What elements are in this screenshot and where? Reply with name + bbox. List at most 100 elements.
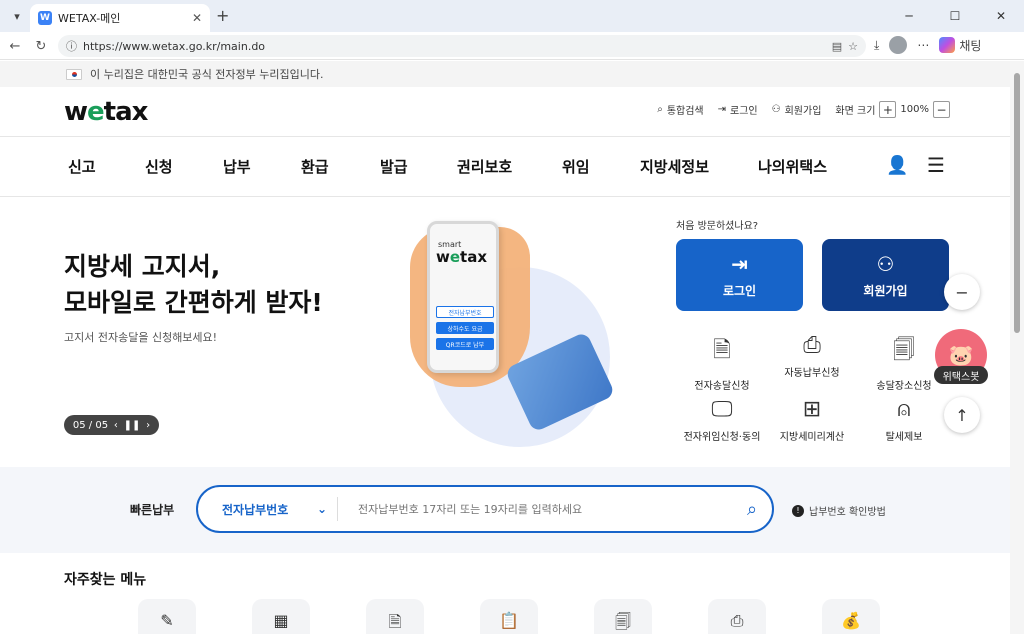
faq-card-icon: 🗐: [615, 612, 631, 631]
faq-card-icon: ✎: [160, 611, 174, 630]
service-label: 송달장소신청: [876, 381, 932, 392]
wetax-logo[interactable]: wetax: [64, 97, 148, 127]
page-content: 이 누리집은 대한민국 공식 전자정부 누리집입니다. wetax ⌕ 통합검색 …: [0, 61, 1010, 634]
slider-control: 05 / 05 ‹ ❚❚ ›: [64, 415, 159, 435]
gnb-item-report[interactable]: 신고: [68, 156, 96, 177]
header-join-link[interactable]: ⚇ 회원가입: [772, 102, 822, 117]
address-bar-row: ← ↻ ⓘ https://www.wetax.go.kr/main.do ▤ …: [0, 32, 1024, 60]
pay-number-input[interactable]: [338, 502, 732, 516]
profile-avatar[interactable]: [889, 36, 908, 54]
faq-card[interactable]: ⎙: [708, 599, 766, 634]
copilot-button[interactable]: 채팅: [939, 37, 981, 54]
prev-slide-icon[interactable]: ‹: [114, 420, 118, 431]
faq-card-icon: 🗎: [388, 612, 402, 631]
wetax-favicon-icon: W: [38, 11, 52, 25]
tab-list-icon[interactable]: ▾: [6, 5, 28, 27]
monitor-icon: 🖵: [711, 397, 733, 422]
service-label: 전자위임신청·동의: [683, 432, 761, 443]
printer-icon: ⎙: [803, 333, 821, 358]
faq-card-icon: 💰: [841, 611, 861, 630]
scroll-top-button[interactable]: ↑: [944, 397, 980, 433]
url-box[interactable]: ⓘ https://www.wetax.go.kr/main.do ▤ ☆: [58, 35, 866, 57]
quick-pay-section: 빠른납부 전자납부번호 ⌄ ⌕ ! 납부번호 확인방법: [0, 467, 1010, 553]
logo-w: w: [64, 97, 88, 127]
hero-title-line1: 지방세 고지서,: [64, 252, 221, 281]
service-auto-pay[interactable]: ⎙ 자동납부신청: [762, 333, 862, 379]
header-login-link[interactable]: ⇥ 로그인: [718, 102, 758, 117]
faq-menu-title: 자주찾는 메뉴: [64, 572, 147, 588]
gnb-item-refund[interactable]: 환급: [301, 156, 329, 177]
gnb-item-pay[interactable]: 납부: [223, 156, 251, 177]
login-button[interactable]: ⇥ 로그인: [676, 239, 803, 311]
close-tab-icon[interactable]: ✕: [192, 11, 202, 25]
gnb-item-issue[interactable]: 발급: [380, 156, 408, 177]
hero-subtitle: 고지서 전자송달을 신청해보세요!: [64, 331, 218, 344]
scroll-thumb[interactable]: [1014, 73, 1020, 333]
total-search-link[interactable]: ⌕ 통합검색: [657, 102, 703, 117]
quick-pay-box: 전자납부번호 ⌄ ⌕: [196, 485, 774, 533]
login-icon: ⇥: [717, 104, 727, 115]
pay-number-type-select[interactable]: 전자납부번호 ⌄: [198, 497, 338, 521]
join-button[interactable]: ⚇ 회원가입: [822, 239, 949, 311]
chevron-down-icon: ⌄: [316, 502, 327, 516]
faq-card[interactable]: ✎: [138, 599, 196, 634]
gnb-item-local-tax-info[interactable]: 지방세정보: [640, 156, 709, 177]
siren-icon: ⍝: [897, 397, 911, 422]
document-check-icon: 🗎: [713, 338, 731, 363]
service-tax-report[interactable]: ⍝ 탈세제보: [854, 397, 954, 443]
faq-card[interactable]: 🗎: [366, 599, 424, 634]
gnb-item-delegate[interactable]: 위임: [562, 156, 590, 177]
service-e-delegate[interactable]: 🖵 전자위임신청·동의: [672, 397, 772, 443]
reader-mode-icon[interactable]: ▤: [832, 40, 842, 53]
faq-card[interactable]: ▦: [252, 599, 310, 634]
page-scrollbar[interactable]: [1010, 61, 1024, 634]
minimize-icon[interactable]: ─: [886, 0, 932, 32]
service-tax-calculator[interactable]: ⊞ 지방세미리계산: [762, 397, 862, 443]
bot-label[interactable]: 위택스봇: [934, 366, 988, 384]
user-icon: ⚇: [876, 251, 895, 276]
reload-icon[interactable]: ↻: [32, 37, 50, 55]
zoom-out-button[interactable]: −: [933, 101, 950, 118]
faq-card[interactable]: 📋: [480, 599, 538, 634]
gnb-item-apply[interactable]: 신청: [145, 156, 173, 177]
gnb-item-my-wetax[interactable]: 나의위택스: [758, 156, 827, 177]
hero-title-line2: 모바일로 간편하게 받자!: [64, 288, 323, 317]
maximize-icon[interactable]: ☐: [932, 0, 978, 32]
hamburger-menu-icon[interactable]: ☰: [927, 153, 945, 177]
faq-card[interactable]: 🗐: [594, 599, 652, 634]
new-tab-icon[interactable]: +: [216, 6, 229, 25]
screen-size-control: 화면 크기 + 100% −: [835, 101, 950, 118]
first-visit-text: 처음 방문하셨나요?: [676, 221, 759, 232]
slide-counter: 05 / 05: [72, 419, 109, 431]
collapse-side-button[interactable]: −: [944, 274, 980, 310]
service-label: 지방세미리계산: [779, 432, 845, 443]
downloads-icon[interactable]: ⤓: [874, 38, 879, 53]
close-window-icon[interactable]: ✕: [978, 0, 1024, 32]
info-icon: !: [792, 504, 804, 517]
my-page-icon[interactable]: 👤: [886, 155, 908, 176]
site-info-icon[interactable]: ⓘ: [66, 38, 77, 54]
window-controls: ─ ☐ ✕: [886, 0, 1024, 32]
next-slide-icon[interactable]: ›: [146, 420, 150, 431]
back-icon[interactable]: ←: [6, 37, 24, 55]
korea-flag-icon: [66, 68, 82, 80]
zoom-in-button[interactable]: +: [879, 101, 897, 118]
faq-card[interactable]: 💰: [822, 599, 880, 634]
pay-number-help-link[interactable]: ! 납부번호 확인방법: [792, 503, 886, 518]
browser-tab[interactable]: W WETAX-메인 ✕: [30, 4, 210, 32]
main-navigation: 신고 신청 납부 환급 발급 권리보호 위임 지방세정보 나의위택스 👤 ☰: [0, 137, 1010, 197]
join-button-label: 회원가입: [863, 283, 908, 298]
pause-slide-icon[interactable]: ❚❚: [124, 420, 141, 431]
browser-toolbar: ⤓ ⋯ 채팅: [874, 36, 981, 54]
favorite-star-icon[interactable]: ☆: [848, 40, 858, 53]
gov-banner-text: 이 누리집은 대한민국 공식 전자정부 누리집입니다.: [90, 68, 324, 81]
service-e-delivery[interactable]: 🗎 전자송달신청: [672, 333, 772, 392]
service-label: 전자송달신청: [694, 381, 750, 392]
url-text[interactable]: https://www.wetax.go.kr/main.do: [83, 40, 826, 53]
login-icon: ⇥: [731, 251, 748, 276]
pay-number-help-label: 납부번호 확인방법: [809, 507, 886, 518]
search-icon[interactable]: ⌕: [732, 499, 772, 520]
site-header: wetax ⌕ 통합검색 ⇥ 로그인 ⚇ 회원가입 화면 크기 + 100% −: [0, 87, 1010, 137]
more-menu-icon[interactable]: ⋯: [917, 38, 929, 52]
gnb-item-rights[interactable]: 권리보호: [457, 156, 512, 177]
